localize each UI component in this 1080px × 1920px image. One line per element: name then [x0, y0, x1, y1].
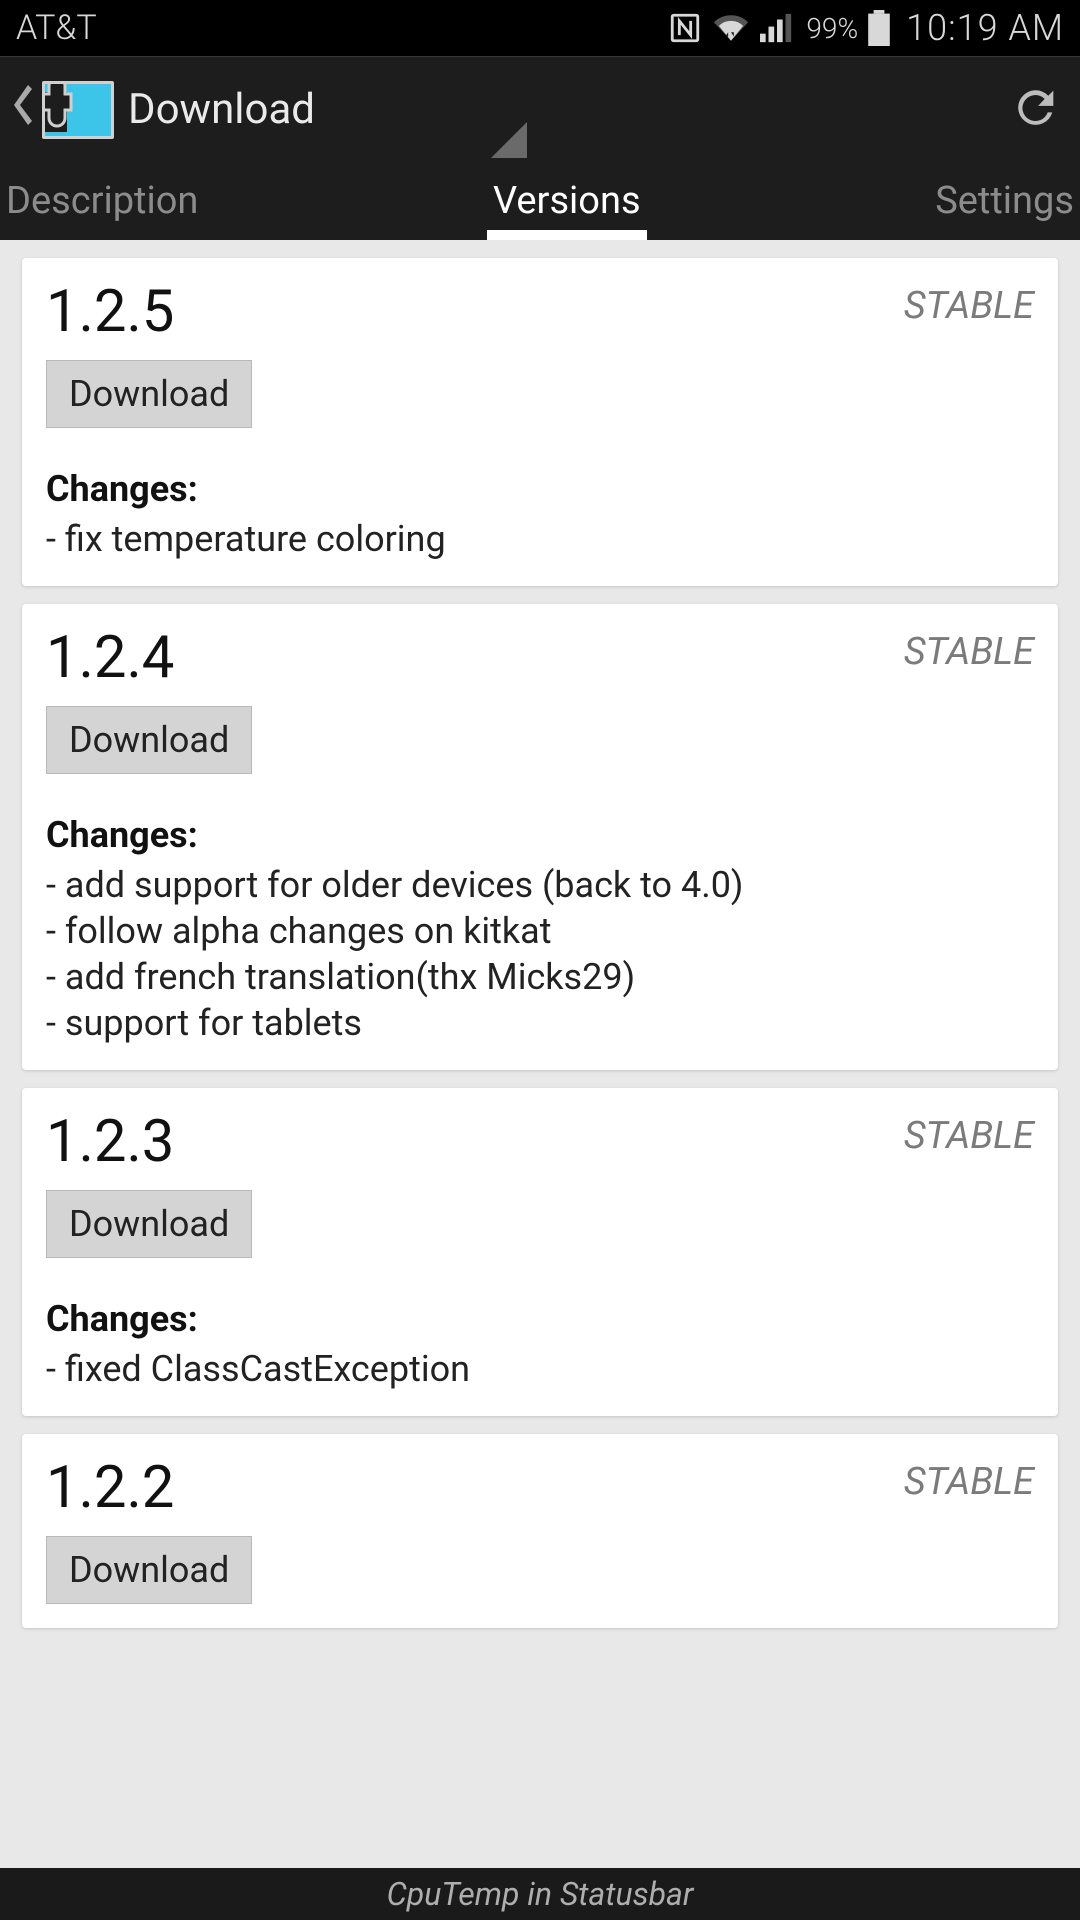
channel-label: STABLE	[904, 624, 1034, 674]
channel-label: STABLE	[904, 1108, 1034, 1158]
action-bar-title[interactable]: Download	[128, 85, 601, 134]
versions-list[interactable]: 1.2.5 STABLE Download Changes: - fix tempera…	[0, 240, 1080, 1868]
version-number: 1.2.4	[46, 624, 174, 692]
action-bar: Download	[0, 56, 1080, 162]
channel-label: STABLE	[904, 1454, 1034, 1504]
version-card: 1.2.3 STABLE Download Changes: - fixed Class…	[22, 1088, 1058, 1416]
tab-settings[interactable]: Settings	[929, 162, 1080, 240]
version-number: 1.2.5	[46, 278, 174, 346]
changes-heading: Changes:	[46, 468, 1034, 510]
tab-bar: Description Versions Settings	[0, 162, 1080, 240]
version-number: 1.2.2	[46, 1454, 174, 1522]
changes-heading: Changes:	[46, 814, 1034, 856]
version-card: 1.2.2 STABLE Download	[22, 1434, 1058, 1628]
version-card: 1.2.4 STABLE Download Changes: - add support…	[22, 604, 1058, 1070]
wifi-icon	[712, 11, 750, 45]
clock: 10:19 AM	[906, 7, 1064, 49]
battery-icon	[868, 10, 890, 46]
version-card: 1.2.5 STABLE Download Changes: - fix tempera…	[22, 258, 1058, 586]
status-bar: AT&T 99%	[0, 0, 1080, 56]
carrier-label: AT&T	[16, 8, 97, 48]
version-number: 1.2.3	[46, 1108, 174, 1176]
changes-body: - fix temperature coloring	[46, 516, 1034, 562]
download-button[interactable]: Download	[46, 1190, 252, 1258]
signal-icon	[760, 13, 794, 43]
back-button[interactable]	[6, 84, 38, 136]
refresh-button[interactable]	[1010, 82, 1062, 138]
footer-module-name: CpuTemp in Statusbar	[0, 1868, 1080, 1920]
changes-body: - add support for older devices (back to…	[46, 862, 1034, 1046]
download-button[interactable]: Download	[46, 1536, 252, 1604]
tab-versions[interactable]: Versions	[487, 162, 647, 240]
download-button[interactable]: Download	[46, 360, 252, 428]
xposed-app-icon[interactable]	[42, 81, 114, 139]
changes-body: - fixed ClassCastException	[46, 1346, 1034, 1392]
download-button[interactable]: Download	[46, 706, 252, 774]
battery-percent: 99%	[806, 12, 858, 45]
channel-label: STABLE	[904, 278, 1034, 328]
spinner-indicator-icon[interactable]	[491, 122, 527, 158]
nfc-icon	[668, 11, 702, 45]
changes-heading: Changes:	[46, 1298, 1034, 1340]
tab-description[interactable]: Description	[0, 162, 204, 240]
